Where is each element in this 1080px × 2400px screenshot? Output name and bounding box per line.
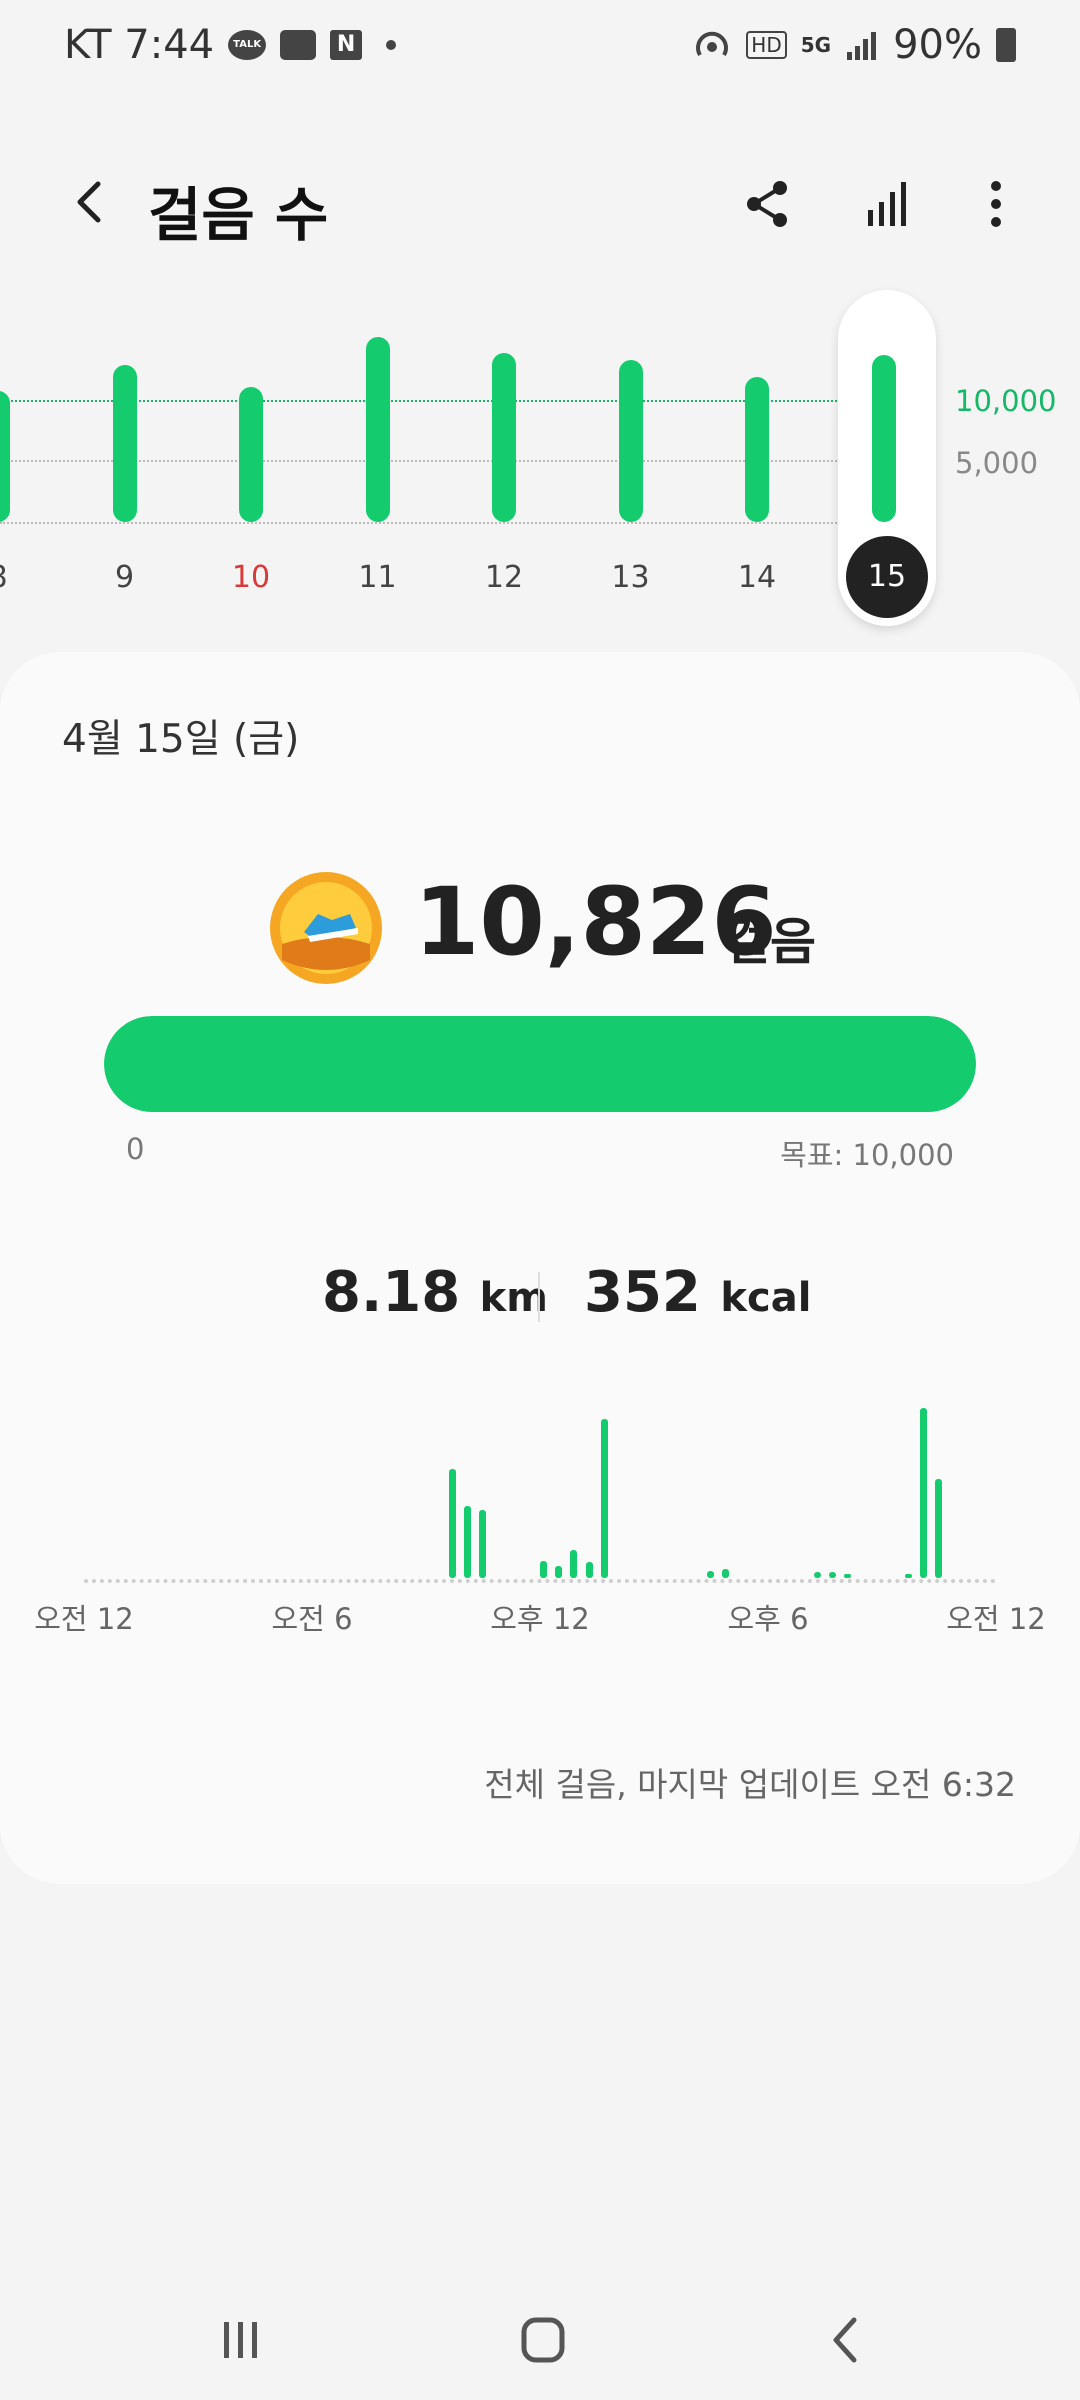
status-left: KT 7:44 TALK N (64, 22, 397, 68)
naver-icon: N (330, 30, 363, 60)
battery-icon (996, 28, 1016, 62)
selected-date: 4월 15일 (금) (62, 717, 300, 762)
step-count: 10,826 (414, 868, 777, 977)
kakaotalk-icon: TALK (228, 30, 267, 60)
day-label-9[interactable]: 9 (85, 560, 165, 595)
hourly-x-label: 오전 12 (34, 1602, 134, 1636)
distance-metric: 8.18 km (322, 1260, 548, 1325)
status-right: HD 5G 90% (692, 22, 1016, 68)
calories-value: 352 (584, 1260, 701, 1325)
hourly-bar (722, 1569, 730, 1578)
day-bar-9[interactable] (112, 365, 137, 522)
5g-icon: 5G (800, 33, 832, 57)
signal-icon (847, 32, 877, 60)
hourly-bar (707, 1570, 715, 1578)
hourly-baseline (84, 1579, 996, 1583)
step-unit: 걸음 (724, 913, 816, 971)
hourly-bar (813, 1572, 821, 1578)
home-icon[interactable] (508, 2310, 578, 2370)
recent-apps-icon[interactable] (206, 2310, 276, 2370)
day-label-12[interactable]: 12 (464, 560, 544, 595)
trends-icon[interactable] (858, 174, 918, 234)
weekly-steps-chart[interactable]: 10,000 5,000 8 9 10 11 12 13 14 15 (0, 290, 1080, 630)
baseline-gridline (0, 522, 840, 524)
app-header: 걸음 수 (0, 150, 1080, 260)
day-bar-12[interactable] (492, 352, 516, 522)
hd-icon: HD (746, 31, 787, 59)
hourly-x-label: 오전 12 (946, 1602, 1046, 1636)
metrics-row: 8.18 km 352 kcal (0, 1260, 1080, 1340)
hourly-bar (844, 1573, 851, 1578)
system-navigation-bar (0, 2280, 1080, 2400)
day-label-8[interactable]: 8 (0, 560, 38, 595)
day-bar-14[interactable] (745, 377, 769, 522)
page-title: 걸음 수 (148, 181, 329, 249)
day-bar-8[interactable] (0, 391, 10, 522)
status-bar: KT 7:44 TALK N HD 5G 90% (0, 0, 1080, 90)
goal-progress-bar (104, 1016, 976, 1112)
hourly-bar (448, 1469, 456, 1578)
goal-progress-fill (104, 1016, 976, 1112)
carrier-time: KT 7:44 (64, 22, 215, 68)
hourly-bar (479, 1509, 487, 1578)
back-icon[interactable] (60, 172, 120, 232)
distance-value: 8.18 (322, 1260, 461, 1325)
goal-achieved-medal-icon (270, 872, 382, 984)
hourly-x-label: 오후 6 (727, 1602, 809, 1636)
y-label-half: 5,000 (955, 446, 1039, 480)
metric-divider (538, 1272, 540, 1322)
hotspot-icon (696, 31, 729, 57)
hourly-x-label: 오후 12 (490, 1602, 590, 1636)
hourly-bar (555, 1566, 563, 1578)
hourly-bar (920, 1408, 927, 1578)
selected-day-label[interactable]: 15 (846, 536, 928, 618)
day-bar-13[interactable] (618, 360, 643, 522)
day-summary-card: 4월 15일 (금) 10,826 걸음 0 목표: 10,000 8.18 k… (0, 652, 1080, 1884)
day-label-11[interactable]: 11 (338, 560, 418, 595)
day-label-10[interactable]: 10 (211, 560, 291, 595)
hourly-bar (935, 1479, 943, 1578)
hourly-steps-chart: 오전 12 오전 6 오후 12 오후 6 오전 12 (0, 1392, 1080, 1652)
hourly-bar (570, 1550, 578, 1578)
hourly-bar (585, 1562, 593, 1578)
hourly-bar (904, 1573, 912, 1578)
day-label-14[interactable]: 14 (717, 560, 797, 595)
hourly-bar (600, 1418, 608, 1578)
last-updated-text: 전체 걸음, 마지막 업데이트 오전 6:32 (484, 1765, 1016, 1804)
progress-goal-label: 목표: 10,000 (780, 1138, 954, 1172)
day-bar-10[interactable] (239, 386, 263, 522)
more-options-icon[interactable] (966, 174, 1026, 234)
message-icon (280, 30, 317, 60)
day-bar-11[interactable] (365, 337, 390, 522)
progress-start-label: 0 (126, 1132, 145, 1166)
hourly-bar (540, 1560, 547, 1578)
hourly-x-label: 오전 6 (271, 1602, 353, 1636)
share-icon[interactable] (738, 174, 798, 234)
more-notifications-icon (386, 40, 397, 50)
hourly-bar (464, 1505, 471, 1578)
day-bar-15[interactable] (871, 355, 896, 522)
y-label-goal: 10,000 (955, 384, 1057, 418)
nav-back-icon[interactable] (810, 2310, 880, 2370)
hourly-bar (828, 1572, 836, 1578)
battery-percent: 90% (893, 22, 982, 68)
calories-unit: kcal (720, 1275, 812, 1321)
calories-metric: 352 kcal (584, 1260, 811, 1325)
day-label-13[interactable]: 13 (591, 560, 671, 595)
